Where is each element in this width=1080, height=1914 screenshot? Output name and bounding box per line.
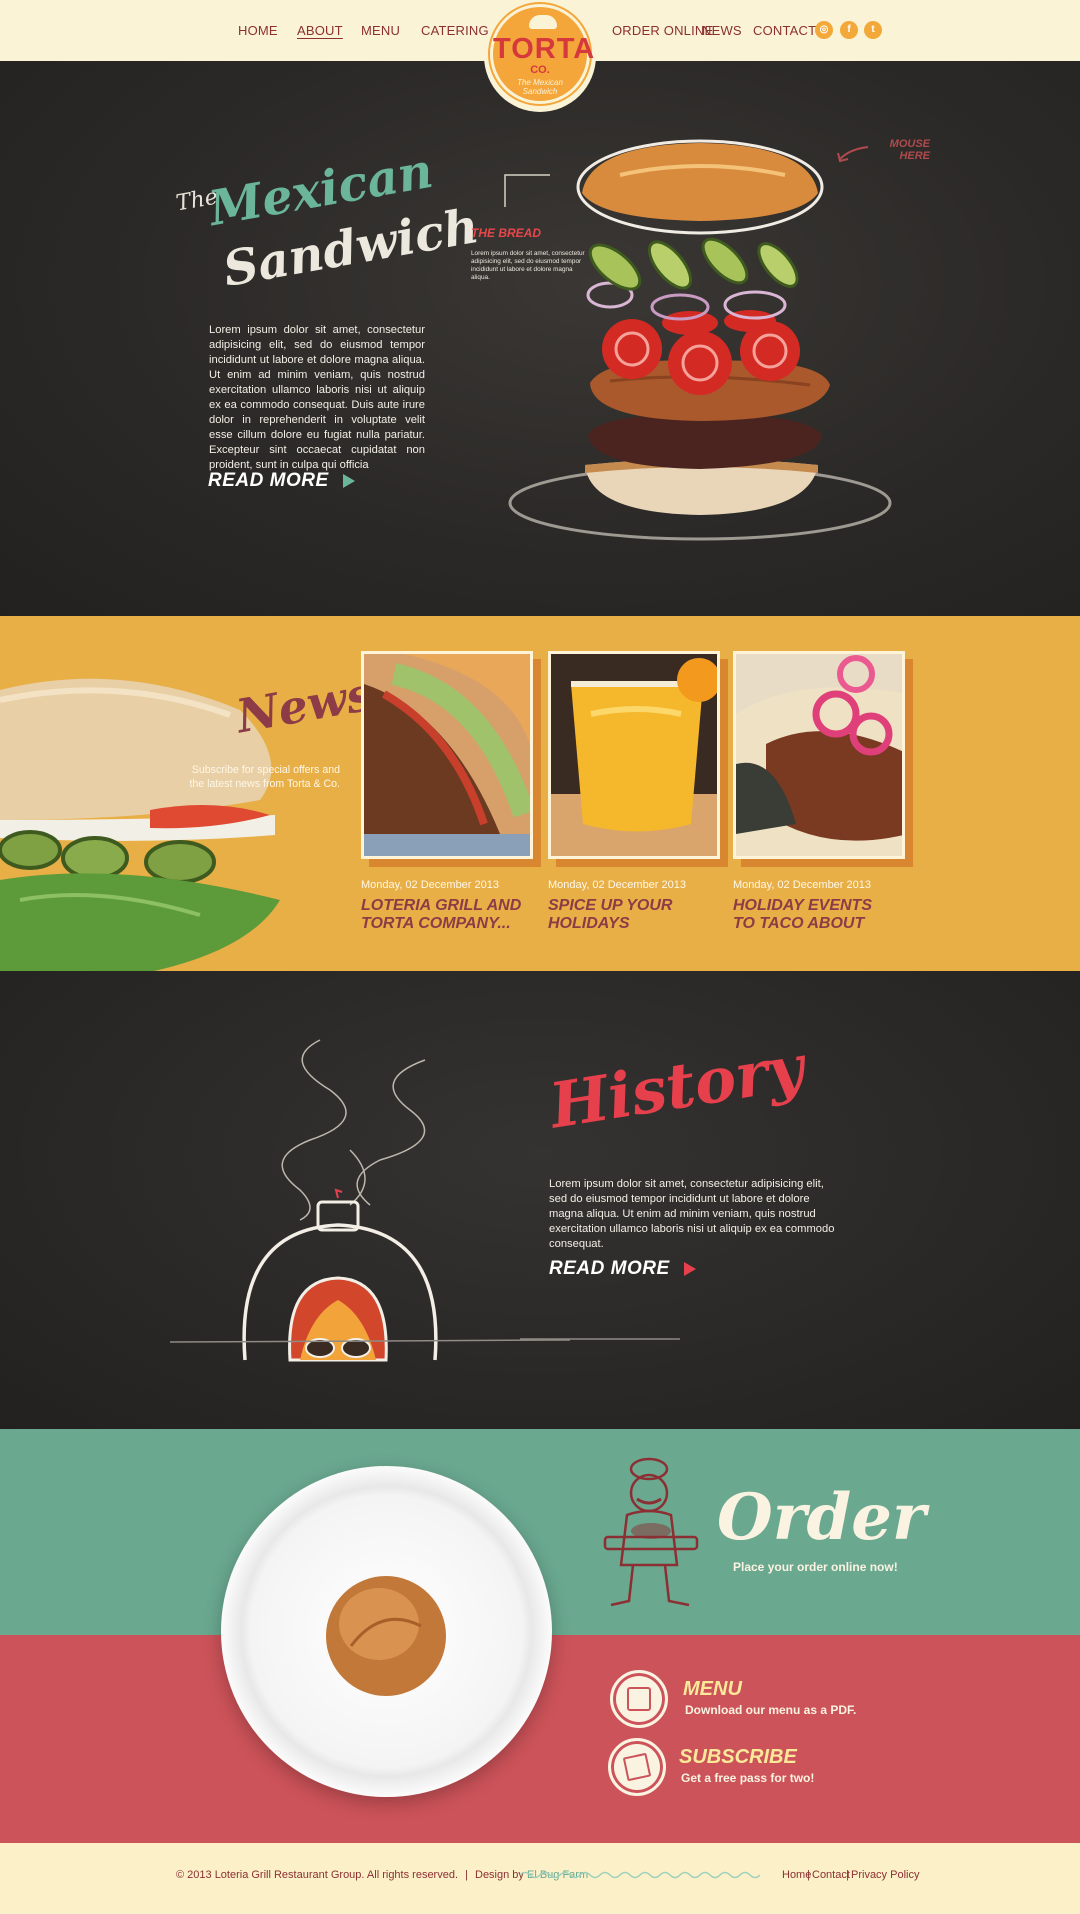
logo-badge: TORTA CO. The Mexican Sandwich	[490, 4, 596, 104]
footer-link-contact[interactable]: Contact	[812, 1869, 850, 1881]
smoke-trail-2	[356, 1059, 426, 1206]
nav-news[interactable]: NEWS	[702, 23, 742, 38]
nav-contact[interactable]: CONTACT	[753, 23, 816, 38]
plate-with-bread	[221, 1466, 552, 1797]
avocado-slice-2	[647, 240, 693, 290]
facebook-icon[interactable]: f	[840, 21, 858, 39]
history-body-text: Lorem ipsum dolor sit amet, consectetur …	[549, 1178, 835, 1250]
margarita-photo	[551, 654, 717, 856]
chef-mustache	[636, 1497, 662, 1505]
chef-legs	[610, 1564, 690, 1607]
logo-co: CO.	[530, 64, 550, 76]
mouse-here-hint: MOUSE HERE	[870, 138, 930, 162]
news-headline-2[interactable]: SPICE UP YOUR HOLIDAYS	[548, 897, 688, 933]
ciabatta-top	[0, 678, 272, 820]
footer-link-privacy[interactable]: Privacy Policy	[851, 1869, 919, 1881]
avocado-slice-a	[0, 830, 62, 870]
mouse-here-arrow-icon	[839, 146, 869, 160]
envelope-icon	[622, 1752, 652, 1782]
instagram-icon[interactable]: ◎	[815, 21, 833, 39]
tomato-slice-1	[602, 319, 662, 379]
news-subtitle: Subscribe for special offers and the lat…	[189, 764, 340, 790]
refried-beans-layer	[588, 414, 822, 469]
brick-oven-illustration	[170, 1039, 570, 1362]
news-photo-tacos[interactable]	[733, 651, 905, 859]
lettuce-layer	[0, 873, 280, 972]
orange-slice	[677, 658, 717, 702]
tomato-slice-2	[668, 331, 732, 395]
bread-callout-line	[504, 174, 550, 207]
subscribe-envelope-icon[interactable]	[608, 1738, 666, 1796]
chef-head	[629, 1473, 669, 1513]
logo-tagline-line-2: Sandwich	[522, 87, 558, 96]
read-more-label: READ MORE	[208, 470, 329, 491]
logo-tagline-line-1: The Mexican	[517, 78, 563, 87]
bread-roll-photo	[326, 1576, 446, 1696]
torta-photo	[364, 654, 530, 856]
avocado-slice-c	[144, 840, 216, 884]
logo-tagline: The Mexican Sandwich	[493, 78, 587, 96]
avocado-slice-4	[757, 242, 799, 288]
news-headline-3[interactable]: HOLIDAY EVENTS TO TACO ABOUT	[733, 897, 893, 933]
design-by-label: Design by	[475, 1869, 524, 1881]
bread-callout-title: THE BREAD	[471, 226, 542, 240]
news-date-2: Monday, 02 December 2013	[548, 879, 686, 891]
tray-sandwich	[631, 1523, 671, 1539]
play-arrow-icon	[683, 1261, 696, 1276]
chimney-spark	[334, 1188, 343, 1199]
torta-co-logo[interactable]: TORTA CO. The Mexican Sandwich	[484, 0, 596, 112]
avocado-slice-b	[61, 836, 129, 880]
subscribe-link[interactable]: SUBSCRIBE	[679, 1746, 797, 1769]
nav-order-online[interactable]: ORDER ONLINE	[612, 23, 713, 38]
copyright-text: © 2013 Loteria Grill Restaurant Group. A…	[176, 1869, 459, 1881]
footer-separator: |	[465, 1869, 468, 1881]
menu-download-subtitle: Download our menu as a PDF.	[685, 1703, 857, 1717]
logo-wordmark: TORTA	[493, 33, 596, 65]
wave-line	[520, 1871, 760, 1879]
news-date-3: Monday, 02 December 2013	[733, 879, 871, 891]
subscribe-subtitle: Get a free pass for two!	[681, 1771, 815, 1785]
bun-icon	[529, 15, 557, 29]
nav-home[interactable]: HOME	[238, 23, 278, 38]
order-subtitle: Place your order online now!	[733, 1560, 898, 1574]
hero-read-more-link[interactable]: READ MORE	[208, 470, 355, 492]
footer-wave-divider	[520, 1871, 760, 1879]
tomato-slice-4	[662, 311, 718, 335]
news-headline-1[interactable]: LOTERIA GRILL AND TORTA COMPANY...	[361, 897, 536, 933]
twitter-icon[interactable]: t	[864, 21, 882, 39]
menu-document-icon	[627, 1687, 651, 1711]
chef-mascot-illustration	[603, 1457, 699, 1607]
tacos-photo	[736, 654, 902, 856]
mouse-hint-line-2: HERE	[899, 150, 930, 162]
history-ground-line	[520, 1338, 680, 1340]
hero-body-text: Lorem ipsum dolor sit amet, consectetur …	[209, 324, 425, 471]
exploded-sandwich-illustration[interactable]	[500, 135, 920, 545]
history-read-more-link[interactable]: READ MORE	[549, 1258, 696, 1280]
bread-callout-body: Lorem ipsum dolor sit amet, consectetur …	[471, 250, 585, 281]
torta-plate	[364, 834, 530, 856]
nav-menu[interactable]: MENU	[361, 23, 400, 38]
order-title: Order	[717, 1480, 926, 1555]
avocado-slice-3	[701, 237, 749, 285]
read-more-label: READ MORE	[549, 1258, 670, 1279]
menu-pdf-icon[interactable]	[610, 1670, 668, 1728]
news-date-1: Monday, 02 December 2013	[361, 879, 499, 891]
footer-separator-1: |	[807, 1869, 810, 1881]
nav-catering[interactable]: CATERING	[421, 23, 489, 38]
news-photo-torta[interactable]	[361, 651, 533, 859]
menu-download-link[interactable]: MENU	[683, 1678, 742, 1701]
ground-line	[170, 1339, 570, 1343]
nav-about[interactable]: ABOUT	[297, 23, 343, 38]
play-arrow-icon	[342, 473, 355, 488]
footer-separator-2: |	[846, 1869, 849, 1881]
news-photo-margarita[interactable]	[548, 651, 720, 859]
mouse-hint-line-1: MOUSE	[889, 138, 930, 150]
